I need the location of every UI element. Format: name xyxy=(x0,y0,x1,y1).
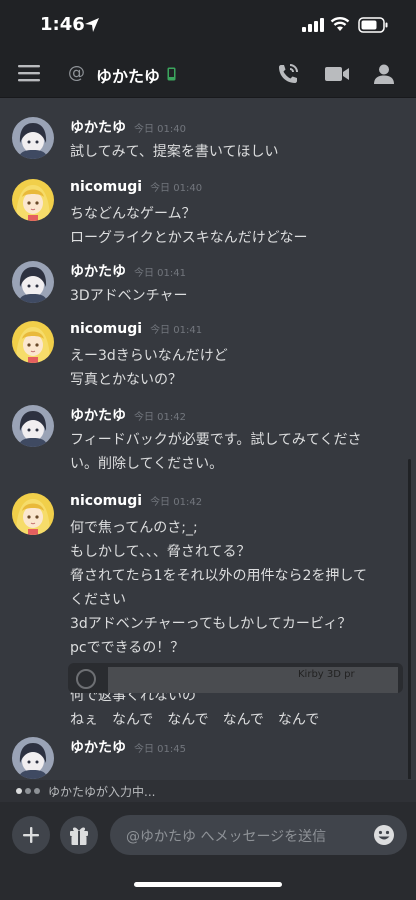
message-timestamp: 今日 01:45 xyxy=(134,744,186,755)
message-timestamp: 今日 01:40 xyxy=(150,183,203,194)
location-arrow-icon xyxy=(85,18,99,32)
status-time: 1:46 xyxy=(40,14,85,35)
message-line: ちなどんなゲーム？ xyxy=(70,206,196,222)
message-content[interactable]: 何で焦ってんのさ;_; もしかして、、、脅されてる？ 脅されてたら1をそれ以外の用件… xyxy=(70,516,406,732)
avatar-nicomugi[interactable] xyxy=(12,321,54,363)
message-composer: @ゆかたゆ へメッセージを送信 xyxy=(0,802,416,900)
attachment-caption: Kirby 3D pr xyxy=(298,669,355,680)
plus-icon xyxy=(23,827,39,843)
add-attachment-button[interactable] xyxy=(12,816,50,854)
message-line: ねぇ なんで なんで なんで なんで xyxy=(70,712,320,728)
message-content[interactable]: 試してみて、提案を書いてほしい xyxy=(70,140,406,164)
at-symbol: @ xyxy=(68,63,85,83)
message-timestamp: 今日 01:42 xyxy=(150,497,203,508)
message-author[interactable]: nicomugi 今日 01:40 xyxy=(70,179,202,195)
message-author[interactable]: ゆかたゆ 今日 01:45 xyxy=(70,737,186,757)
author-name[interactable]: ゆかたゆ xyxy=(70,740,126,756)
message-line: ください xyxy=(70,592,126,608)
play-icon xyxy=(76,669,96,689)
message-timestamp: 今日 01:42 xyxy=(134,412,186,423)
message-timestamp: 今日 01:41 xyxy=(134,268,186,279)
gift-button[interactable] xyxy=(60,816,98,854)
typing-indicator: ゆかたゆが入力中... xyxy=(0,780,416,802)
message-input[interactable]: @ゆかたゆ へメッセージを送信 xyxy=(110,815,407,855)
message-input-placeholder: @ゆかたゆ へメッセージを送信 xyxy=(126,829,327,845)
status-bar: 1:46 xyxy=(0,0,416,50)
attachment-preview[interactable]: Kirby 3D pr xyxy=(68,663,403,693)
hamburger-menu-icon[interactable] xyxy=(18,64,40,82)
home-indicator[interactable] xyxy=(134,882,282,887)
message-author[interactable]: ゆかたゆ 今日 01:42 xyxy=(70,405,186,425)
phone-call-icon[interactable] xyxy=(276,62,300,86)
author-name[interactable]: nicomugi xyxy=(70,179,142,195)
message-author[interactable]: ゆかたゆ 今日 01:41 xyxy=(70,261,186,281)
typing-text: ゆかたゆが入力中... xyxy=(48,785,156,799)
author-name[interactable]: ゆかたゆ xyxy=(70,408,126,424)
author-name[interactable]: ゆかたゆ xyxy=(70,264,126,280)
message-content[interactable]: ちなどんなゲーム？ ローグライクとかスキなんだけどなー xyxy=(70,202,406,250)
typing-dot xyxy=(16,788,22,794)
avatar-nicomugi[interactable] xyxy=(12,493,54,535)
message-line: い。削除してください。 xyxy=(70,456,224,472)
wifi-icon xyxy=(330,17,350,31)
message-content[interactable]: 3Dアドベンチャー xyxy=(70,284,406,308)
scrollbar[interactable] xyxy=(408,459,411,779)
message-content[interactable]: えー3dきらいなんだけど 写真とかないの？ xyxy=(70,344,406,392)
author-name[interactable]: nicomugi xyxy=(70,321,142,337)
message-content[interactable]: フィードバックが必要です。試してみてくださ い。削除してください。 xyxy=(70,428,406,476)
channel-title[interactable]: ゆかたゆ xyxy=(96,63,160,87)
message-timestamp: 今日 01:40 xyxy=(134,124,186,135)
author-name[interactable]: nicomugi xyxy=(70,493,142,509)
message-line: もしかして、、、脅されてる？ xyxy=(70,544,251,560)
typing-dot xyxy=(34,788,40,794)
avatar-yukatayu[interactable] xyxy=(12,405,54,447)
author-name[interactable]: ゆかたゆ xyxy=(70,120,126,136)
video-camera-icon[interactable] xyxy=(324,64,350,84)
avatar-yukatayu[interactable] xyxy=(12,261,54,303)
channel-header: @ ゆかたゆ xyxy=(0,50,416,98)
message-line: ローグライクとかスキなんだけどなー xyxy=(70,230,308,246)
message-line: フィードバックが必要です。試してみてくださ xyxy=(70,432,362,448)
gift-icon xyxy=(70,827,88,845)
avatar-yukatayu[interactable] xyxy=(12,117,54,159)
message-line: えー3dきらいなんだけど xyxy=(70,348,228,364)
typing-dot xyxy=(25,788,31,794)
mobile-phone-icon xyxy=(167,67,176,81)
battery-icon xyxy=(358,17,388,33)
members-icon[interactable] xyxy=(372,62,396,86)
message-author[interactable]: nicomugi 今日 01:42 xyxy=(70,493,202,509)
message-timestamp: 今日 01:41 xyxy=(150,325,203,336)
emoji-icon[interactable] xyxy=(373,824,395,846)
message-line: 何で焦ってんのさ;_; xyxy=(70,520,198,536)
avatar-nicomugi[interactable] xyxy=(12,179,54,221)
message-line: 3dアドベンチャーってもしかしてカービィ？ xyxy=(70,616,352,632)
message-line: pcでできるの！？ xyxy=(70,640,185,656)
message-author[interactable]: ゆかたゆ 今日 01:40 xyxy=(70,117,186,137)
message-line: 3Dアドベンチャー xyxy=(70,288,188,304)
message-line: 写真とかないの？ xyxy=(70,372,182,388)
message-line: 試してみて、提案を書いてほしい xyxy=(70,144,279,160)
message-author[interactable]: nicomugi 今日 01:41 xyxy=(70,321,202,337)
avatar-yukatayu[interactable] xyxy=(12,737,54,779)
message-line: 脅されてたら1をそれ以外の用件なら2を押して xyxy=(70,568,367,584)
signal-icon xyxy=(302,18,324,32)
